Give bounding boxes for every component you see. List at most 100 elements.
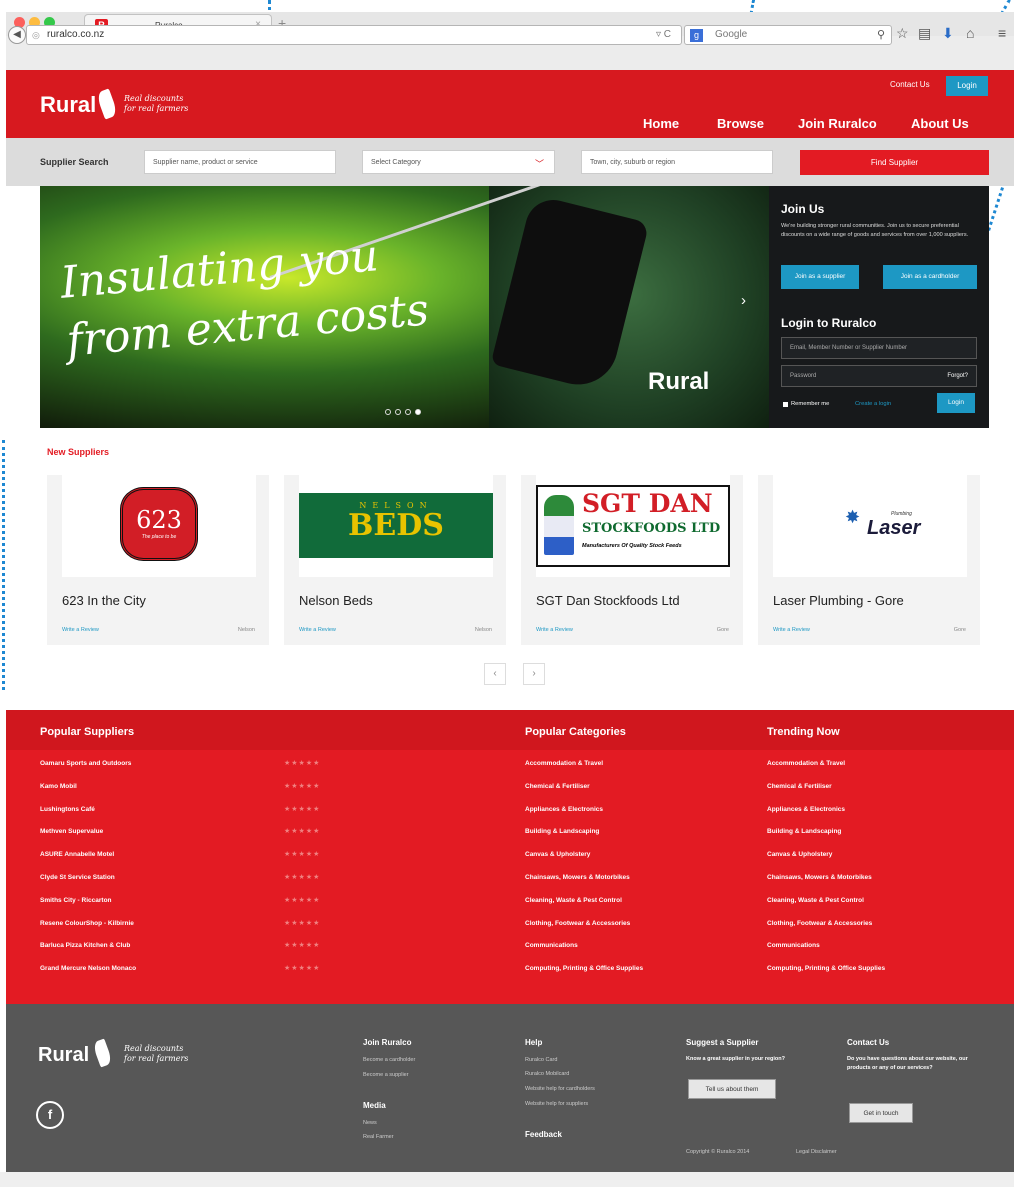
help-link[interactable]: Website help for cardholders — [525, 1086, 595, 1092]
home-icon[interactable]: ⌂ — [966, 25, 974, 41]
supplier-card[interactable]: NELSON BEDS Nelson Beds Write a Review N… — [284, 475, 506, 645]
supplier-name[interactable]: 623 In the City — [62, 593, 146, 608]
remember-checkbox[interactable] — [783, 402, 788, 407]
panel-login-button[interactable]: Login — [937, 393, 975, 413]
menu-icon[interactable]: ≡ — [998, 25, 1006, 41]
popular-supplier-link[interactable]: ASURE Annabelle Motel — [40, 851, 114, 858]
popular-supplier-link[interactable]: Methven Supervalue — [40, 828, 103, 835]
help-link[interactable]: Ruralco Mobilcard — [525, 1071, 569, 1077]
popular-category-link[interactable]: Computing, Printing & Office Supplies — [525, 965, 643, 972]
download-icon[interactable]: ⬇ — [942, 25, 954, 42]
facebook-icon[interactable]: f — [36, 1101, 64, 1129]
join-us-heading: Join Us — [781, 202, 825, 216]
popular-category-link[interactable]: Canvas & Upholstery — [525, 851, 590, 858]
popular-category-link[interactable]: Communications — [525, 942, 578, 949]
nav-about-us[interactable]: About Us — [911, 116, 969, 131]
popular-category-link[interactable]: Clothing, Footwear & Accessories — [525, 920, 630, 927]
next-page-button[interactable]: › — [523, 663, 545, 685]
carousel-dot[interactable] — [395, 409, 401, 415]
supplier-location: Gore — [716, 627, 729, 633]
write-review-link[interactable]: Write a Review — [536, 627, 573, 633]
popular-category-link[interactable]: Accommodation & Travel — [525, 760, 603, 767]
trending-link[interactable]: Computing, Printing & Office Supplies — [767, 965, 885, 972]
popular-supplier-link[interactable]: Oamaru Sports and Outdoors — [40, 760, 131, 767]
find-supplier-button[interactable]: Find Supplier — [800, 150, 989, 175]
popular-category-link[interactable]: Chainsaws, Mowers & Motorbikes — [525, 874, 630, 881]
bookmark-star-icon[interactable]: ☆ — [896, 25, 909, 42]
password-input[interactable]: Password Forgot? — [781, 365, 977, 387]
write-review-link[interactable]: Write a Review — [62, 627, 99, 633]
tell-us-button[interactable]: Tell us about them — [688, 1079, 776, 1099]
legal-disclaimer-link[interactable]: Legal Disclaimer — [796, 1149, 837, 1155]
popular-category-link[interactable]: Cleaning, Waste & Pest Control — [525, 897, 622, 904]
hero-carousel[interactable]: Insulating you from extra costs Rural › — [40, 186, 769, 428]
carousel-dot[interactable] — [385, 409, 391, 415]
supplier-card[interactable]: 623 The place to be 623 In the City Writ… — [47, 475, 269, 645]
prev-page-button[interactable]: ‹ — [484, 663, 506, 685]
nav-join-ruralco[interactable]: Join Ruralco — [798, 116, 877, 131]
reload-icon[interactable]: ▿ C — [656, 29, 671, 40]
star-rating-icon: ★★★★★ — [284, 965, 321, 973]
ruralco-logo[interactable]: Rural — [40, 92, 96, 118]
login-button[interactable]: Login — [946, 76, 988, 96]
nav-browse[interactable]: Browse — [717, 116, 764, 131]
trending-link[interactable]: Communications — [767, 942, 820, 949]
popular-supplier-link[interactable]: Kamo Mobil — [40, 783, 77, 790]
back-icon[interactable]: ◀ — [8, 26, 26, 44]
become-cardholder-link[interactable]: Become a cardholder — [363, 1057, 415, 1063]
contact-us-link[interactable]: Contact Us — [890, 80, 930, 89]
trending-link[interactable]: Accommodation & Travel — [767, 760, 845, 767]
trending-link[interactable]: Canvas & Upholstery — [767, 851, 832, 858]
chevron-down-icon: ﹀ — [534, 159, 544, 169]
create-login-link[interactable]: Create a login — [855, 401, 891, 407]
news-link[interactable]: News — [363, 1120, 377, 1126]
search-icon[interactable]: ⚲ — [877, 28, 885, 41]
supplier-card[interactable]: ✸ Plumbing Laser Laser Plumbing - Gore W… — [758, 475, 980, 645]
login-user-input[interactable]: Email, Member Number or Supplier Number — [781, 337, 977, 359]
become-supplier-link[interactable]: Become a supplier — [363, 1072, 409, 1078]
popular-supplier-link[interactable]: Smiths City - Riccarton — [40, 897, 112, 904]
trending-link[interactable]: Chemical & Fertiliser — [767, 783, 832, 790]
write-review-link[interactable]: Write a Review — [299, 627, 336, 633]
trending-link[interactable]: Building & Landscaping — [767, 828, 841, 835]
popular-supplier-link[interactable]: Clyde St Service Station — [40, 874, 115, 881]
popular-category-link[interactable]: Chemical & Fertiliser — [525, 783, 590, 790]
footer-logo[interactable]: Rural — [38, 1044, 89, 1067]
supplier-name[interactable]: Laser Plumbing - Gore — [773, 593, 904, 608]
forgot-password-link[interactable]: Forgot? — [947, 373, 968, 379]
popular-supplier-link[interactable]: Resene ColourShop - Kilbirnie — [40, 920, 134, 927]
popular-supplier-link[interactable]: Lushingtons Café — [40, 806, 95, 813]
help-link[interactable]: Website help for suppliers — [525, 1101, 588, 1107]
browser-search-input[interactable]: g Google ⚲ — [684, 25, 892, 45]
trending-link[interactable]: Chainsaws, Mowers & Motorbikes — [767, 874, 872, 881]
trending-link[interactable]: Clothing, Footwear & Accessories — [767, 920, 872, 927]
bookmarks-icon[interactable]: ▤ — [918, 25, 931, 42]
get-in-touch-button[interactable]: Get in touch — [849, 1103, 913, 1123]
supplier-card[interactable]: SGT DAN STOCKFOODS LTD Manufacturers Of … — [521, 475, 743, 645]
trending-link[interactable]: Appliances & Electronics — [767, 806, 845, 813]
real-farmer-link[interactable]: Real Farmer — [363, 1134, 394, 1140]
footer-media-heading: Media — [363, 1101, 386, 1110]
category-select[interactable]: Select Category ﹀ — [362, 150, 555, 174]
carousel-dot-active[interactable] — [415, 409, 421, 415]
popular-supplier-link[interactable]: Barluca Pizza Kitchen & Club — [40, 942, 130, 949]
join-as-cardholder-button[interactable]: Join as a cardholder — [883, 265, 977, 289]
feedback-link[interactable]: Feedback — [525, 1130, 562, 1139]
supplier-name[interactable]: SGT Dan Stockfoods Ltd — [536, 593, 680, 608]
join-as-supplier-button[interactable]: Join as a supplier — [781, 265, 859, 289]
footer-help-heading: Help — [525, 1038, 543, 1047]
carousel-dot[interactable] — [405, 409, 411, 415]
popular-category-link[interactable]: Building & Landscaping — [525, 828, 599, 835]
supplier-name[interactable]: Nelson Beds — [299, 593, 373, 608]
location-input[interactable]: Town, city, suburb or region — [581, 150, 773, 174]
url-bar[interactable]: ◎ ruralco.co.nz ▿ C — [26, 25, 682, 45]
chevron-right-icon[interactable]: › — [741, 292, 746, 309]
trending-link[interactable]: Cleaning, Waste & Pest Control — [767, 897, 864, 904]
popular-category-link[interactable]: Appliances & Electronics — [525, 806, 603, 813]
remember-me-label: Remember me — [791, 401, 830, 407]
write-review-link[interactable]: Write a Review — [773, 627, 810, 633]
popular-supplier-link[interactable]: Grand Mercure Nelson Monaco — [40, 965, 136, 972]
keyword-input[interactable]: Supplier name, product or service — [144, 150, 336, 174]
nav-home[interactable]: Home — [643, 116, 679, 131]
help-link[interactable]: Ruralco Card — [525, 1057, 557, 1063]
